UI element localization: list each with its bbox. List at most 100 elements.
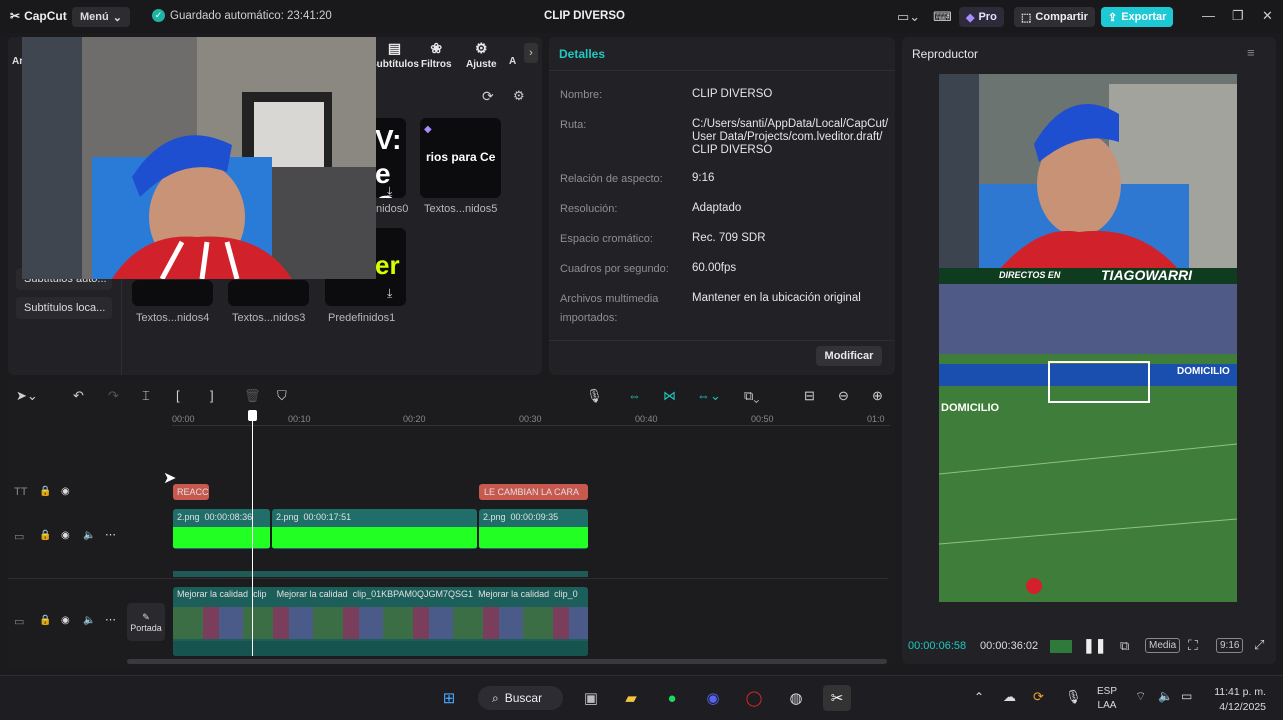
minimize-icon[interactable]: —	[1202, 8, 1215, 23]
autosave-status: ✓ Guardado automático: 23:41:20	[152, 9, 332, 22]
refresh-icon[interactable]: ⟳	[482, 88, 494, 105]
speaker-icon[interactable]: 🔈	[1158, 689, 1173, 703]
pause-icon[interactable]: ❚❚	[1083, 637, 1106, 654]
volume-icon[interactable]: 🔈	[83, 530, 95, 541]
maximize-icon[interactable]: ❐	[1232, 8, 1244, 24]
sync-icon[interactable]: ⟳	[1033, 689, 1044, 705]
ruler-tick: 00:30	[519, 414, 542, 424]
capcut-taskbar-icon[interactable]: ✂	[823, 685, 851, 711]
share-button[interactable]: ⬚ Compartir	[1014, 7, 1095, 27]
eye-icon[interactable]: ◉	[61, 615, 70, 626]
settings-icon[interactable]: ⚙	[513, 88, 525, 104]
preset-thumb[interactable]: ◆ rios para Ce	[420, 118, 501, 198]
lock-icon[interactable]: 🔒	[39, 615, 51, 626]
more-icon[interactable]: ⋯	[105, 528, 116, 541]
layout-icon[interactable]: ▭⌄	[897, 9, 920, 25]
modify-button[interactable]: Modificar	[816, 346, 882, 366]
timeline-scrollbar[interactable]	[127, 659, 887, 664]
wifi-icon[interactable]: ⌔	[1135, 689, 1146, 704]
menu-icon[interactable]: ≡	[1247, 45, 1255, 60]
pro-button[interactable]: ◆ Pro	[959, 7, 1004, 27]
keyboard-icon[interactable]: ⌨	[933, 9, 952, 25]
windows-start-icon[interactable]: ⊞	[435, 685, 463, 711]
battery-icon[interactable]: ▭	[1181, 689, 1192, 703]
close-icon[interactable]: ✕	[1262, 8, 1273, 24]
ad-board-text: DOMICILIO	[1177, 366, 1230, 377]
playhead-handle[interactable]	[248, 410, 257, 421]
clip-name: 2.png	[483, 512, 506, 522]
main-video-track[interactable]: Mejorar la calidad clip Mejorar la calid…	[173, 587, 588, 656]
stream-banner-name: TIAGOWARRI	[1101, 267, 1192, 283]
audio-strip	[173, 571, 588, 577]
download-icon[interactable]: ⤓	[387, 286, 392, 301]
main-track-icon: ▭	[14, 616, 25, 628]
tab-adjust[interactable]: ⚙ Ajuste	[466, 40, 497, 70]
cover-button[interactable]: ✎ Portada	[127, 603, 165, 641]
tab-filters[interactable]: ❀ Filtros	[421, 40, 452, 70]
menu-button[interactable]: Menú ⌄	[72, 7, 130, 27]
spotify-icon[interactable]: ●	[658, 685, 686, 711]
volume-icon[interactable]: 🔈	[83, 615, 95, 626]
microphone-icon[interactable]: 🎙	[586, 388, 603, 404]
preview-axis-icon[interactable]: ⧉⌄	[744, 388, 759, 404]
opera-icon[interactable]: ◯	[740, 685, 768, 711]
eye-icon[interactable]: ◉	[61, 530, 70, 541]
media-button[interactable]: Media	[1145, 638, 1181, 653]
fullscreen-icon[interactable]: ⤢	[1254, 637, 1264, 653]
tab-subtitles[interactable]: ▤ Subtítulos	[370, 40, 419, 70]
tab-partial[interactable]: A	[509, 56, 516, 67]
trim-right-icon[interactable]: ]	[210, 388, 214, 403]
discord-icon[interactable]: ◉	[699, 685, 727, 711]
chevron-up-icon[interactable]: ⌃	[974, 690, 984, 704]
preset-thumb[interactable]	[228, 280, 309, 306]
thumb-text: V:	[375, 124, 402, 155]
search-label: Buscar	[504, 691, 543, 705]
clip-thumbnail	[173, 527, 270, 548]
sidebar-item-local-subtitles[interactable]: Subtítulos loca...	[16, 297, 112, 319]
eye-icon[interactable]: ◉	[61, 486, 70, 497]
download-icon[interactable]: ⤓	[387, 184, 392, 198]
delete-icon[interactable]: 🗑	[244, 388, 261, 404]
undo-icon[interactable]: ↶	[73, 388, 84, 404]
clock[interactable]: 11:41 p. m. 4/12/2025	[1208, 685, 1266, 715]
search-box[interactable]: ⌕ Buscar	[478, 686, 563, 710]
playhead[interactable]	[252, 410, 253, 656]
zoom-out-icon[interactable]: ⊖	[838, 388, 849, 404]
overlay-clip[interactable]: 2.png 00:00:08:36	[173, 509, 270, 549]
thumb-label: Predefinidos1	[328, 312, 396, 324]
text-clip[interactable]: LE CAMBIAN LA CARA	[479, 484, 588, 500]
task-view-icon[interactable]: ▣	[577, 685, 605, 711]
clip-label: clip	[253, 589, 267, 599]
link-icon[interactable]: ⇔	[628, 388, 641, 403]
thumb-text: rios para Ce	[426, 150, 496, 164]
select-tool-icon[interactable]: ➤⌄	[16, 388, 38, 404]
mic-tray-icon[interactable]: 🎙	[1065, 689, 1082, 705]
video-preview[interactable]: DIRECTOS EN TIAGOWARRI DOMICILIO DOMICIL…	[939, 74, 1237, 602]
snap-icon[interactable]: ⇔⌄	[697, 388, 721, 404]
lock-icon[interactable]: 🔒	[39, 486, 51, 497]
folder-icon[interactable]: ▰	[617, 685, 645, 711]
preset-thumb[interactable]	[132, 280, 213, 306]
shield-icon[interactable]: ⛉	[277, 388, 287, 404]
zoom-in-icon[interactable]: ⊕	[872, 388, 883, 404]
redo-icon[interactable]: ↷	[108, 388, 119, 404]
language-indicator[interactable]: ESP LAA	[1097, 685, 1117, 713]
obs-icon[interactable]: ◍	[782, 685, 810, 711]
zoom-fit-icon[interactable]: ⛶	[1188, 637, 1198, 654]
clip-name: 2.png	[276, 512, 299, 522]
caption-icon[interactable]: ⊟	[804, 388, 815, 404]
more-icon[interactable]: ⋯	[105, 613, 116, 626]
cloud-icon[interactable]: ☁	[1003, 689, 1016, 705]
text-clip[interactable]: REACC	[173, 484, 209, 500]
split-icon[interactable]: ⌶	[142, 388, 150, 404]
chevron-right-icon[interactable]: ›	[524, 43, 538, 63]
overlay-clip[interactable]: 2.png 00:00:09:35	[479, 509, 588, 549]
detail-label: Nombre:	[560, 89, 603, 101]
fit-icon[interactable]: ⧉	[1120, 638, 1129, 654]
export-button[interactable]: ⇪ Exportar	[1101, 7, 1174, 27]
magnet-icon[interactable]: ⋈	[663, 388, 676, 404]
ratio-button[interactable]: 9:16	[1216, 638, 1244, 653]
lock-icon[interactable]: 🔒	[39, 530, 51, 541]
overlay-clip[interactable]: 2.png 00:00:17:51	[272, 509, 477, 549]
trim-left-icon[interactable]: [	[176, 388, 180, 403]
